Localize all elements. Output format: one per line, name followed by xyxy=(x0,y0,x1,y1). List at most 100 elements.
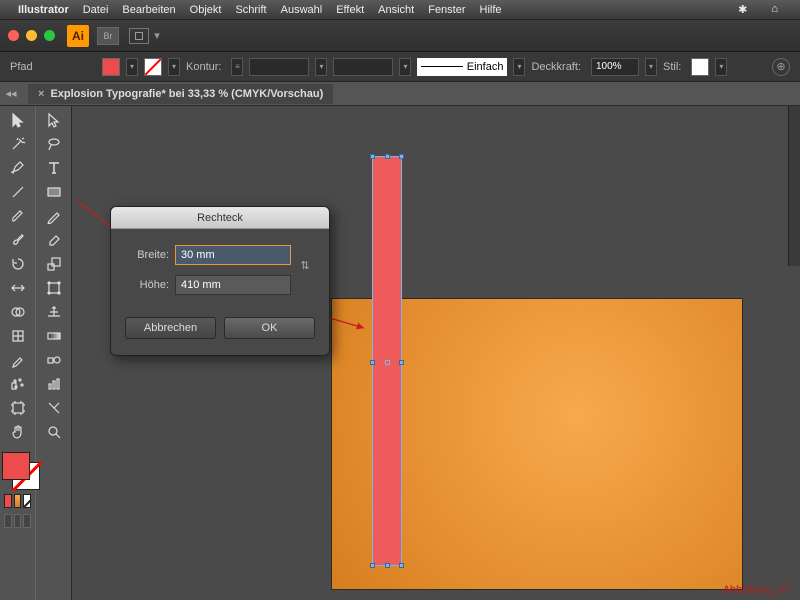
eraser-tool[interactable] xyxy=(38,228,70,252)
toolbox-col-a xyxy=(0,106,36,600)
document-tab[interactable]: ×Explosion Typografie* bei 33,33 % (CMYK… xyxy=(28,84,333,104)
panel-options-icon[interactable]: ⊕ xyxy=(772,58,790,76)
handle-bc[interactable] xyxy=(385,563,390,568)
menu-objekt[interactable]: Objekt xyxy=(190,4,222,16)
app-name[interactable]: Illustrator xyxy=(18,4,69,16)
control-bar: Pfad ▾ ▾ Kontur: ≡ ▾ ▾ Einfach ▾ Deckkra… xyxy=(0,52,800,82)
close-tab-icon[interactable]: × xyxy=(38,88,44,100)
deckkraft-field[interactable]: 100% xyxy=(591,58,639,76)
fill-color-icon[interactable] xyxy=(2,452,30,480)
perspective-grid-tool[interactable] xyxy=(38,300,70,324)
selection-tool[interactable] xyxy=(2,108,34,132)
zoom-tool[interactable] xyxy=(38,420,70,444)
magic-wand-tool[interactable] xyxy=(2,132,34,156)
pencil-tool[interactable] xyxy=(38,204,70,228)
symbol-sprayer-tool[interactable] xyxy=(2,372,34,396)
direct-selection-tool[interactable] xyxy=(38,108,70,132)
gradient-tool[interactable] xyxy=(38,324,70,348)
arrange-documents-button[interactable] xyxy=(129,28,149,44)
mesh-tool[interactable] xyxy=(2,324,34,348)
eyedropper-tool[interactable] xyxy=(2,348,34,372)
fill-dropdown[interactable]: ▾ xyxy=(126,58,138,76)
variable-width-dd[interactable]: ▾ xyxy=(399,58,411,76)
ok-button[interactable]: OK xyxy=(224,317,315,339)
gradient-mode-icon[interactable] xyxy=(14,494,22,508)
handle-mr[interactable] xyxy=(399,360,404,365)
brush-dd[interactable]: ▾ xyxy=(513,58,525,76)
kontur-label: Kontur: xyxy=(186,61,221,73)
evernote-icon[interactable]: ✱ xyxy=(738,3,747,16)
figure-caption: Abbildung_07 xyxy=(723,584,790,596)
hoehe-input[interactable]: 410 mm xyxy=(175,275,291,295)
panel-dock-handle[interactable] xyxy=(788,106,800,266)
window-minimize-button[interactable] xyxy=(26,30,37,41)
deckkraft-dd[interactable]: ▾ xyxy=(645,58,657,76)
color-mode-icon[interactable] xyxy=(4,494,12,508)
canvas[interactable]: Rechteck Breite: 30 mm Höhe: 410 mm ⇅ xyxy=(72,106,800,600)
stil-label: Stil: xyxy=(663,61,681,73)
artboard-tool[interactable] xyxy=(2,396,34,420)
dialog-title: Rechteck xyxy=(111,207,329,229)
menu-fenster[interactable]: Fenster xyxy=(428,4,465,16)
kontur-weight-menu[interactable]: ≡ xyxy=(231,58,243,76)
variable-width-field[interactable] xyxy=(333,58,393,76)
breite-input[interactable]: 30 mm xyxy=(175,245,291,265)
none-mode-icon[interactable] xyxy=(23,494,31,508)
selection-type-label: Pfad xyxy=(10,61,60,73)
shape-builder-tool[interactable] xyxy=(2,300,34,324)
draw-normal-icon[interactable] xyxy=(4,514,12,528)
handle-tc[interactable] xyxy=(385,154,390,159)
dropbox-icon[interactable]: ⌂ xyxy=(771,3,778,16)
menu-bearbeiten[interactable]: Bearbeiten xyxy=(122,4,175,16)
center-point-icon xyxy=(385,360,390,365)
window-close-button[interactable] xyxy=(8,30,19,41)
handle-tr[interactable] xyxy=(399,154,404,159)
handle-tl[interactable] xyxy=(370,154,375,159)
menu-ansicht[interactable]: Ansicht xyxy=(378,4,414,16)
rotate-tool[interactable] xyxy=(2,252,34,276)
cancel-button[interactable]: Abbrechen xyxy=(125,317,216,339)
fill-stroke-swatch[interactable] xyxy=(2,452,40,490)
width-tool[interactable] xyxy=(2,276,34,300)
handle-ml[interactable] xyxy=(370,360,375,365)
tab-bar-handle[interactable]: ◂◂ xyxy=(6,84,16,104)
rectangle-tool[interactable] xyxy=(38,180,70,204)
selected-rectangle[interactable] xyxy=(372,156,402,566)
window-zoom-button[interactable] xyxy=(44,30,55,41)
line-tool[interactable] xyxy=(2,180,34,204)
blend-tool[interactable] xyxy=(38,348,70,372)
menu-hilfe[interactable]: Hilfe xyxy=(480,4,502,16)
hand-tool[interactable] xyxy=(2,420,34,444)
hoehe-label: Höhe: xyxy=(125,279,169,291)
macos-menubar: Illustrator Datei Bearbeiten Objekt Schr… xyxy=(0,0,800,20)
stroke-dropdown[interactable]: ▾ xyxy=(168,58,180,76)
handle-bl[interactable] xyxy=(370,563,375,568)
scale-tool[interactable] xyxy=(38,252,70,276)
brush-definition[interactable]: Einfach xyxy=(417,58,507,76)
column-graph-tool[interactable] xyxy=(38,372,70,396)
menu-datei[interactable]: Datei xyxy=(83,4,109,16)
handle-br[interactable] xyxy=(399,563,404,568)
rectangle-dialog: Rechteck Breite: 30 mm Höhe: 410 mm ⇅ xyxy=(110,206,330,356)
arrange-documents-dropdown[interactable]: ▾ xyxy=(152,28,162,44)
draw-behind-icon[interactable] xyxy=(14,514,22,528)
kontur-weight-field[interactable] xyxy=(249,58,309,76)
menu-effekt[interactable]: Effekt xyxy=(336,4,364,16)
fill-swatch[interactable] xyxy=(102,58,120,76)
kontur-weight-dd[interactable]: ▾ xyxy=(315,58,327,76)
bridge-button[interactable]: Br xyxy=(97,27,119,45)
pen-tool[interactable] xyxy=(2,156,34,180)
menu-auswahl[interactable]: Auswahl xyxy=(281,4,323,16)
blob-brush-tool[interactable] xyxy=(2,228,34,252)
draw-inside-icon[interactable] xyxy=(23,514,31,528)
slice-tool[interactable] xyxy=(38,396,70,420)
type-tool[interactable] xyxy=(38,156,70,180)
menu-schrift[interactable]: Schrift xyxy=(235,4,266,16)
stil-dd[interactable]: ▾ xyxy=(715,58,727,76)
stil-swatch[interactable] xyxy=(691,58,709,76)
constrain-proportions-icon[interactable]: ⇅ xyxy=(295,245,315,285)
stroke-swatch[interactable] xyxy=(144,58,162,76)
lasso-tool[interactable] xyxy=(38,132,70,156)
free-transform-tool[interactable] xyxy=(38,276,70,300)
paintbrush-tool[interactable] xyxy=(2,204,34,228)
